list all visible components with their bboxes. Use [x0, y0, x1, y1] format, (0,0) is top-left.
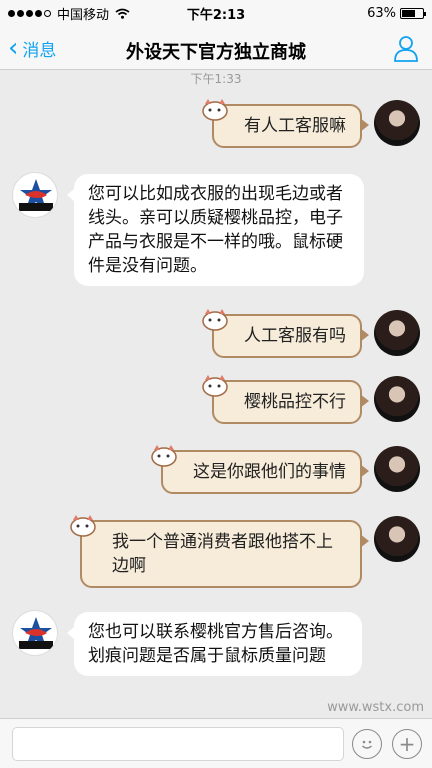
smiley-icon: [362, 740, 372, 749]
battery-icon: [400, 7, 426, 19]
chevron-left-icon: ‹: [8, 33, 19, 63]
status-bar: 中国移动 下午2:13 63%: [0, 0, 432, 26]
message-text: 人工客服有吗: [244, 326, 346, 346]
message-text: 这是你跟他们的事情: [193, 462, 346, 482]
message-bubble-outgoing[interactable]: 这是你跟他们的事情: [151, 445, 369, 494]
back-label: 消息: [22, 40, 57, 61]
message-text: 樱桃品控不行: [244, 392, 346, 412]
signal-icon: [8, 9, 51, 17]
message-text: 您也可以联系樱桃官方售后咨询。 划痕问题是否属于鼠标质量问题: [88, 622, 343, 666]
input-bar: +: [0, 718, 432, 768]
avatar[interactable]: [374, 100, 420, 146]
nav-bar: ‹ 消息 外设天下官方独立商城: [0, 26, 432, 70]
message-text: 有人工客服嘛: [244, 116, 346, 136]
carrier-label: 中国移动: [57, 7, 110, 23]
cat-sticker-icon: [202, 309, 228, 331]
watermark: www.wstx.com: [327, 700, 424, 715]
message-input[interactable]: [12, 727, 344, 761]
emoji-button[interactable]: [352, 729, 382, 759]
chat-area[interactable]: 下午1:33 有人工客服嘛 您可以比如成衣服的出现毛边或者线头。亲可以质疑樱桃品…: [0, 70, 432, 718]
shop-logo-icon: [19, 179, 53, 211]
avatar[interactable]: [374, 446, 420, 492]
message-bubble-incoming[interactable]: 您也可以联系樱桃官方售后咨询。 划痕问题是否属于鼠标质量问题: [67, 612, 362, 676]
status-right: 63%: [367, 5, 426, 21]
plus-icon: +: [398, 732, 416, 756]
cat-sticker-icon: [202, 99, 228, 121]
battery-percent: 63%: [367, 5, 396, 21]
avatar[interactable]: [374, 516, 420, 562]
avatar[interactable]: [374, 376, 420, 422]
message-bubble-outgoing[interactable]: 我一个普通消费者跟他搭不上边啊: [70, 515, 369, 588]
message-text: 您可以比如成衣服的出现毛边或者线头。亲可以质疑樱桃品控，电子产品与衣服是不一样的…: [88, 184, 343, 276]
message-text: 我一个普通消费者跟他搭不上边啊: [112, 532, 333, 576]
message-bubble-outgoing[interactable]: 樱桃品控不行: [202, 375, 369, 424]
avatar[interactable]: [12, 172, 58, 218]
user-profile-icon[interactable]: [392, 34, 420, 62]
wifi-icon: [115, 8, 130, 19]
cat-sticker-icon: [70, 515, 96, 537]
add-button[interactable]: +: [392, 729, 422, 759]
shop-logo-icon: [19, 617, 53, 649]
message-bubble-incoming[interactable]: 您可以比如成衣服的出现毛边或者线头。亲可以质疑樱桃品控，电子产品与衣服是不一样的…: [67, 174, 364, 286]
message-bubble-outgoing[interactable]: 人工客服有吗: [202, 309, 369, 358]
page-title: 外设天下官方独立商城: [126, 42, 306, 63]
status-left: 中国移动: [8, 4, 367, 23]
cat-sticker-icon: [202, 375, 228, 397]
message-bubble-outgoing[interactable]: 有人工客服嘛: [202, 99, 369, 148]
chat-timestamp: 下午1:33: [190, 72, 242, 86]
avatar[interactable]: [12, 610, 58, 656]
back-button[interactable]: ‹ 消息: [8, 26, 56, 70]
cat-sticker-icon: [151, 445, 177, 467]
avatar[interactable]: [374, 310, 420, 356]
